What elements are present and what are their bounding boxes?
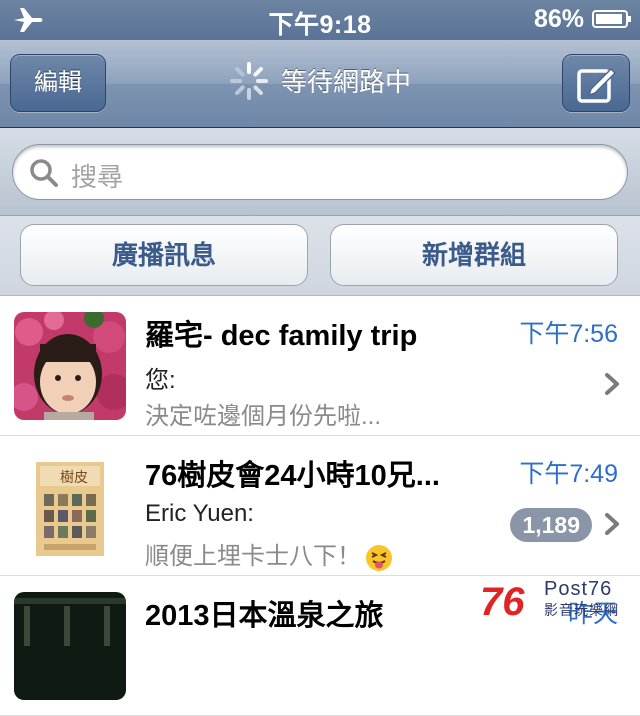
nav-title: 等待網路中 [0, 62, 640, 101]
battery-icon [592, 10, 631, 28]
search-icon [30, 159, 58, 187]
chat-sender: 您: [145, 367, 176, 394]
watermark-number: 76 [480, 580, 525, 624]
unread-count-badge: 1,189 [510, 508, 592, 542]
chat-title: 羅宅- dec family trip [145, 320, 418, 352]
chevron-right-icon [605, 373, 619, 395]
chat-preview-text: 順便上埋卡士八下！ [145, 543, 361, 570]
status-bar: 下午9:18 86% [0, 0, 640, 40]
watermark-subtitle: 影音玩樂網 [544, 602, 619, 618]
chat-time: 下午7:49 [519, 460, 618, 488]
chat-time: 下午7:56 [519, 320, 618, 348]
watermark-post: Post76 [544, 578, 613, 600]
action-buttons-row: 廣播訊息 新增群組 [0, 216, 640, 296]
compose-button[interactable] [562, 54, 630, 112]
search-placeholder: 搜尋 [71, 162, 124, 192]
search-input[interactable]: 搜尋 [12, 144, 628, 200]
post76-watermark-logo: 76 Post76 影音玩樂網 [480, 578, 630, 630]
chat-title: 2013日本溫泉之旅 [145, 600, 384, 632]
chat-list: 羅宅- dec family trip 下午7:56 您: 決定咗邊個月份先啦.… [0, 296, 640, 716]
chat-title: 76樹皮會24小時10兄... [145, 460, 440, 492]
chat-row[interactable]: 樹皮 76樹皮會24小時10兄... 下午7:49 Eric Yuen: 順便上… [0, 436, 640, 576]
avatar [14, 592, 126, 700]
battery-percentage: 86% [533, 5, 584, 33]
chat-sender: Eric Yuen: [145, 500, 254, 527]
compose-icon [577, 67, 617, 103]
new-group-button[interactable]: 新增群組 [330, 224, 618, 286]
avatar [14, 312, 126, 420]
nav-title-text: 等待網路中 [280, 67, 411, 97]
search-bar: 搜尋 [0, 128, 640, 216]
tongue-wink-emoji-icon [366, 544, 392, 571]
loading-spinner-icon [229, 62, 268, 101]
avatar: 樹皮 [14, 452, 126, 560]
svg-text:樹皮: 樹皮 [60, 470, 88, 486]
navigation-bar: 編輯 等待網路中 [0, 40, 640, 128]
chat-preview: 決定咗邊個月份先啦... [145, 403, 382, 430]
chat-preview: 順便上埋卡士八下！ [145, 536, 393, 572]
chevron-right-icon [605, 513, 619, 535]
chat-row[interactable]: 羅宅- dec family trip 下午7:56 您: 決定咗邊個月份先啦.… [0, 296, 640, 436]
broadcast-button[interactable]: 廣播訊息 [20, 224, 308, 286]
